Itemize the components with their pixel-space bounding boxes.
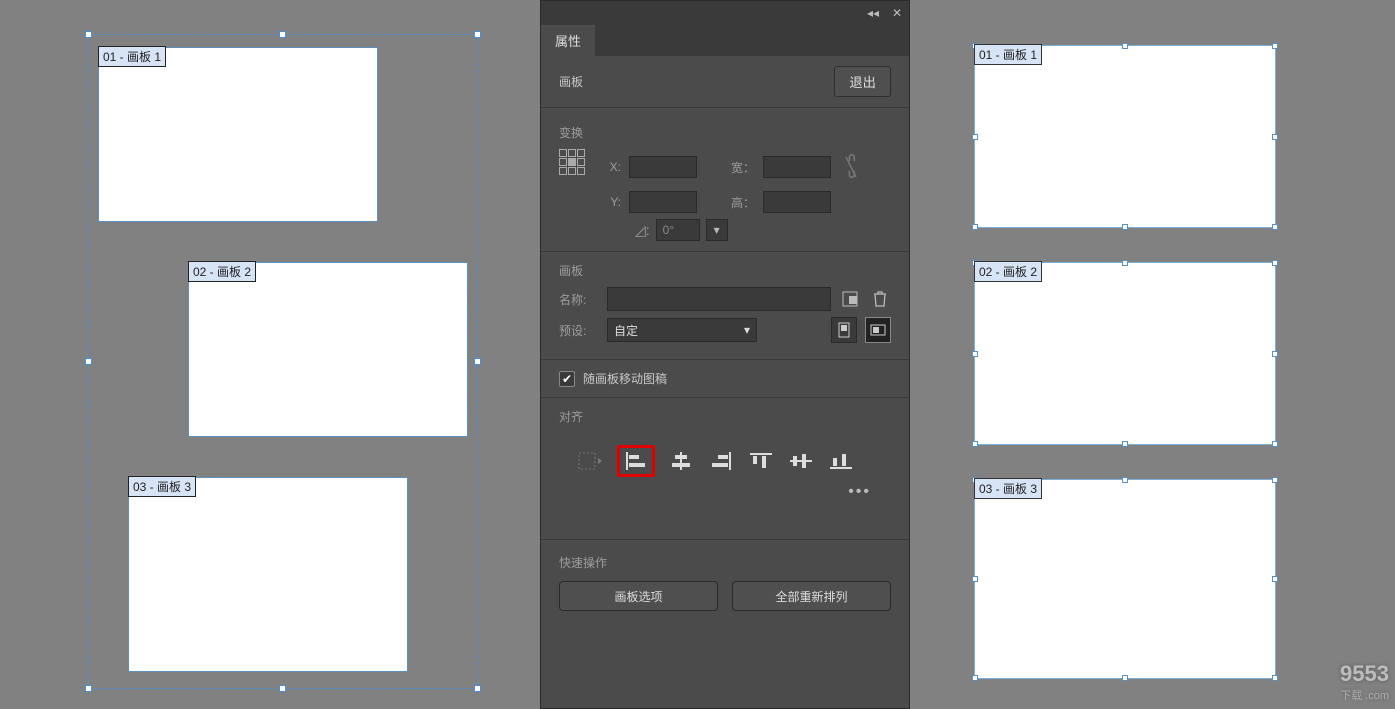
trash-icon[interactable]	[869, 288, 891, 310]
artboard-props-section: 画板 名称: 预设: 自定 ▾	[541, 252, 909, 360]
align-hcenter-icon[interactable]	[667, 450, 695, 472]
canvas-left: 01 - 画板 1 02 - 画板 2 03 - 画板 3	[0, 0, 540, 709]
rotation-dropdown-icon[interactable]: ▾	[706, 219, 728, 241]
align-title: 对齐	[559, 408, 891, 425]
more-options-icon[interactable]: •••	[559, 483, 891, 511]
preset-dropdown[interactable]: 自定 ▾	[607, 318, 757, 342]
x-input[interactable]	[629, 156, 697, 178]
preset-label: 预设:	[559, 322, 599, 339]
collapse-icon[interactable]: ◂◂	[865, 5, 881, 21]
move-artwork-row[interactable]: ✔ 随画板移动图稿	[541, 360, 909, 398]
chevron-down-icon: ▾	[744, 323, 750, 337]
w-input[interactable]	[763, 156, 831, 178]
transform-title: 变换	[559, 124, 891, 141]
align-section: 对齐 ••	[541, 398, 909, 521]
align-left-highlighted	[617, 445, 655, 477]
artboard-2-left[interactable]: 02 - 画板 2	[188, 262, 468, 437]
link-wh-icon[interactable]	[839, 149, 863, 185]
watermark: 9553 下载 .com	[1340, 661, 1389, 703]
artboard-2-right[interactable]: 02 - 画板 2	[974, 262, 1276, 445]
name-label: 名称:	[559, 291, 599, 308]
panel-topbar: ◂◂ ✕	[541, 1, 909, 25]
artboard-label: 01 - 画板 1	[974, 44, 1042, 65]
exit-button[interactable]: 退出	[834, 66, 891, 97]
artboard-label: 02 - 画板 2	[974, 261, 1042, 282]
artboard-label: 03 - 画板 3	[974, 478, 1042, 499]
artboard-3-right[interactable]: 03 - 画板 3	[974, 479, 1276, 679]
align-left-icon[interactable]	[622, 450, 650, 472]
artboard-options-icon[interactable]	[839, 288, 861, 310]
tab-properties[interactable]: 属性	[541, 25, 595, 56]
artboard-3-left[interactable]: 03 - 画板 3	[128, 477, 408, 672]
object-type-row: 画板 退出	[541, 56, 909, 108]
w-label: 宽：	[731, 159, 755, 176]
landscape-orientation-button[interactable]	[865, 317, 891, 343]
h-label: 高：	[731, 194, 755, 211]
rotation-input[interactable]: 0°	[656, 219, 700, 241]
object-type-label: 画板	[559, 73, 583, 90]
tab-row: 属性	[541, 25, 909, 56]
align-vcenter-icon[interactable]	[787, 450, 815, 472]
align-top-icon[interactable]	[747, 450, 775, 472]
move-artwork-label: 随画板移动图稿	[583, 370, 667, 387]
artboard-options-button[interactable]: 画板选项	[559, 581, 718, 611]
y-input[interactable]	[629, 191, 697, 213]
y-label: Y:	[597, 195, 621, 209]
artboard-1-right[interactable]: 01 - 画板 1	[974, 45, 1276, 228]
transform-section: 变换 X: 宽： Y:	[541, 114, 909, 252]
artboard-section-title: 画板	[559, 262, 891, 279]
artboard-label: 01 - 画板 1	[98, 46, 166, 67]
x-label: X:	[597, 160, 621, 174]
artboard-name-input[interactable]	[607, 287, 831, 311]
artboard-1-left[interactable]: 01 - 画板 1	[98, 47, 378, 222]
h-input[interactable]	[763, 191, 831, 213]
close-icon[interactable]: ✕	[889, 5, 905, 21]
artboard-label: 03 - 画板 3	[128, 476, 196, 497]
properties-panel: ◂◂ ✕ 属性 画板 退出 变换 X: 宽：	[540, 0, 910, 709]
align-right-icon[interactable]	[707, 450, 735, 472]
preset-value: 自定	[614, 322, 638, 339]
portrait-orientation-button[interactable]	[831, 317, 857, 343]
canvas-right: 01 - 画板 1 02 - 画板 2 03 - 画板 3	[910, 0, 1395, 709]
align-bottom-icon[interactable]	[827, 450, 855, 472]
checkbox-checked-icon[interactable]: ✔	[559, 371, 575, 387]
rotation-icon: ◿:	[635, 222, 650, 239]
align-to-dropdown-icon[interactable]	[577, 450, 605, 472]
reference-point-icon[interactable]	[559, 149, 587, 177]
rearrange-all-button[interactable]: 全部重新排列	[732, 581, 891, 611]
align-row	[559, 433, 891, 483]
quick-actions-title: 快速操作	[559, 554, 891, 571]
quick-actions-section: 快速操作 画板选项 全部重新排列	[541, 539, 909, 625]
artboard-label: 02 - 画板 2	[188, 261, 256, 282]
